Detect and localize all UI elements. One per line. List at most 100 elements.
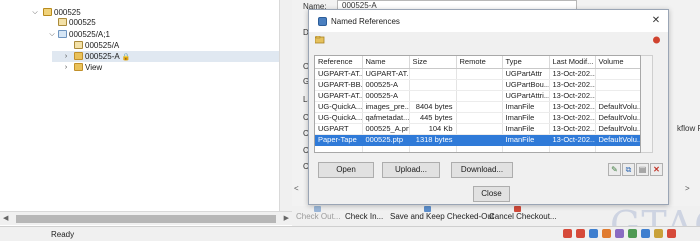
navigator-tree[interactable]: ⌵ 000525 000525 ⌵ 000525/A;1 000525/A › … — [0, 0, 279, 226]
table-row[interactable]: UGPART-AT... 000525-A UGPartAttri... 13-… — [315, 90, 640, 102]
cell-reference: UGPART — [315, 123, 363, 135]
upload-button[interactable]: Upload... — [382, 162, 440, 178]
tree-node-label: 000525 — [54, 8, 81, 17]
column-header-reference[interactable]: Reference — [315, 56, 363, 69]
tree-vertical-scrollbar[interactable] — [279, 0, 292, 211]
item-revision-icon — [58, 30, 67, 38]
cell-volume — [595, 68, 640, 80]
workflow-process-label: kflow Pr — [677, 124, 700, 133]
cell-reference: UG-QuickA... — [315, 101, 363, 113]
scroll-right-icon[interactable]: > — [685, 184, 690, 193]
paste-icon[interactable]: ▤ — [636, 163, 649, 176]
scroll-left-icon[interactable]: ◀ — [3, 214, 8, 222]
column-header-type[interactable]: Type — [502, 56, 550, 69]
cancel-checkout-button[interactable]: Cancel Checkout... — [489, 212, 557, 221]
column-header-last-modified[interactable]: Last Modif... — [549, 56, 596, 69]
cell-reference: UGPART-BB... — [315, 79, 363, 91]
column-header-remote[interactable]: Remote — [456, 56, 503, 69]
status-tool-icon[interactable] — [615, 229, 624, 238]
cell-name: 000525-A — [362, 90, 410, 102]
check-out-icon — [314, 206, 321, 212]
check-in-button[interactable]: Check In... — [345, 212, 383, 221]
status-alert-icon[interactable] — [667, 229, 676, 238]
cell-volume: DefaultVolu... — [595, 101, 640, 113]
cell-name: 000525_A.prt — [362, 123, 410, 135]
scroll-thumb[interactable] — [16, 215, 276, 223]
cell-last-modified: 13-Oct-202... — [549, 68, 596, 80]
column-header-name[interactable]: Name — [362, 56, 410, 69]
collapse-arrow-icon[interactable]: ⌵ — [31, 7, 39, 18]
column-header-volume[interactable]: Volume — [595, 56, 640, 69]
status-user-icon[interactable] — [641, 229, 650, 238]
table-row[interactable]: UG-QuickA... qafmetadat... 445 bytes Ima… — [315, 112, 640, 124]
table-row[interactable]: UGPART 000525_A.prt 104 Kb ImanFile 13-O… — [315, 123, 640, 135]
status-close-icon[interactable] — [576, 229, 585, 238]
dialog-title-bar[interactable]: Named References ✕ — [309, 10, 668, 32]
cell-reference: UG-QuickA... — [315, 112, 363, 124]
column-header-size[interactable]: Size — [409, 56, 457, 69]
dialog-app-icon — [318, 17, 327, 26]
cell-volume: DefaultVolu... — [595, 112, 640, 124]
checkout-lock-icon: 🔒 — [121, 54, 131, 61]
cell-last-modified: 13-Oct-202... — [549, 123, 596, 135]
cancel-icon — [514, 206, 521, 212]
table-row-selected[interactable]: Paper-Tape 000525.ptp 1318 bytes ImanFil… — [315, 134, 640, 146]
table-row[interactable]: UGPART-AT... UGPART-AT... UGPartAttr 13-… — [315, 68, 640, 80]
table-row[interactable]: UG-QuickA... images_pre... 8404 bytes Im… — [315, 101, 640, 113]
tree-node-selected-dataset[interactable]: 000525-A 🔒 — [74, 51, 130, 62]
tree-node-dataset[interactable]: 000525 — [58, 17, 96, 28]
save-keep-checked-out-button[interactable]: Save and Keep Checked-Out — [390, 212, 494, 221]
status-settings-icon[interactable] — [654, 229, 663, 238]
tree-node-label: 000525-A — [85, 52, 120, 61]
delete-icon[interactable]: ✕ — [650, 163, 663, 176]
dataset-icon — [74, 41, 83, 49]
cell-name: 000525-A — [362, 79, 410, 91]
expand-arrow-icon[interactable]: › — [62, 51, 70, 62]
table-header-row: Reference Name Size Remote Type Last Mod… — [315, 56, 640, 69]
remove-reference-icon[interactable] — [652, 36, 661, 44]
cell-remote — [456, 68, 503, 80]
close-icon[interactable]: ✕ — [650, 15, 662, 27]
status-network-icon[interactable] — [628, 229, 637, 238]
tree-node-view[interactable]: View — [74, 62, 102, 73]
collapse-arrow-icon[interactable]: ⌵ — [48, 29, 56, 40]
tree-horizontal-scrollbar[interactable]: ◀ ▶ — [0, 211, 292, 225]
table-vertical-scrollbar[interactable] — [641, 55, 653, 153]
download-button[interactable]: Download... — [451, 162, 513, 178]
table-row[interactable]: UGPART-BB... 000525-A UGPartBou... 13-Oc… — [315, 79, 640, 91]
table-empty-row — [315, 145, 640, 152]
check-out-button[interactable]: Check Out... — [296, 212, 340, 221]
tree-node-dataset[interactable]: 000525/A — [74, 40, 119, 51]
dialog-title: Named References — [331, 17, 400, 26]
cell-name: qafmetadat... — [362, 112, 410, 124]
cell-type: ImanFile — [502, 112, 550, 124]
status-bar: Ready — [0, 226, 700, 241]
open-button[interactable]: Open — [318, 162, 374, 178]
cell-size — [409, 68, 457, 80]
open-folder-icon[interactable] — [315, 36, 325, 44]
tree-node-label: 000525/A — [85, 41, 120, 50]
edit-icon[interactable]: ✎ — [608, 163, 621, 176]
cell-size: 104 Kb — [409, 123, 457, 135]
scroll-left-icon[interactable]: < — [292, 184, 302, 198]
cell-type: ImanFile — [502, 101, 550, 113]
close-button[interactable]: Close — [473, 186, 510, 202]
named-references-dialog: Named References ✕ Reference Name Size R… — [308, 9, 669, 205]
status-info-icon[interactable] — [589, 229, 598, 238]
tree-node-label: 000525 — [69, 18, 96, 27]
cell-remote — [456, 101, 503, 113]
cell-volume — [595, 90, 640, 102]
expand-arrow-icon[interactable]: › — [62, 62, 70, 73]
status-warning-icon[interactable] — [602, 229, 611, 238]
cell-type: UGPartAttri... — [502, 90, 550, 102]
cell-size — [409, 79, 457, 91]
scroll-right-icon[interactable]: ▶ — [284, 214, 289, 222]
cell-remote — [456, 134, 503, 146]
cell-volume: DefaultVolu... — [595, 123, 640, 135]
tree-node-item-revision[interactable]: 000525/A;1 — [58, 29, 110, 40]
cell-last-modified: 13-Oct-202... — [549, 112, 596, 124]
copy-icon[interactable]: ⧉ — [622, 163, 635, 176]
status-error-icon[interactable] — [563, 229, 572, 238]
references-table[interactable]: Reference Name Size Remote Type Last Mod… — [314, 55, 641, 153]
cell-reference: UGPART-AT... — [315, 90, 363, 102]
